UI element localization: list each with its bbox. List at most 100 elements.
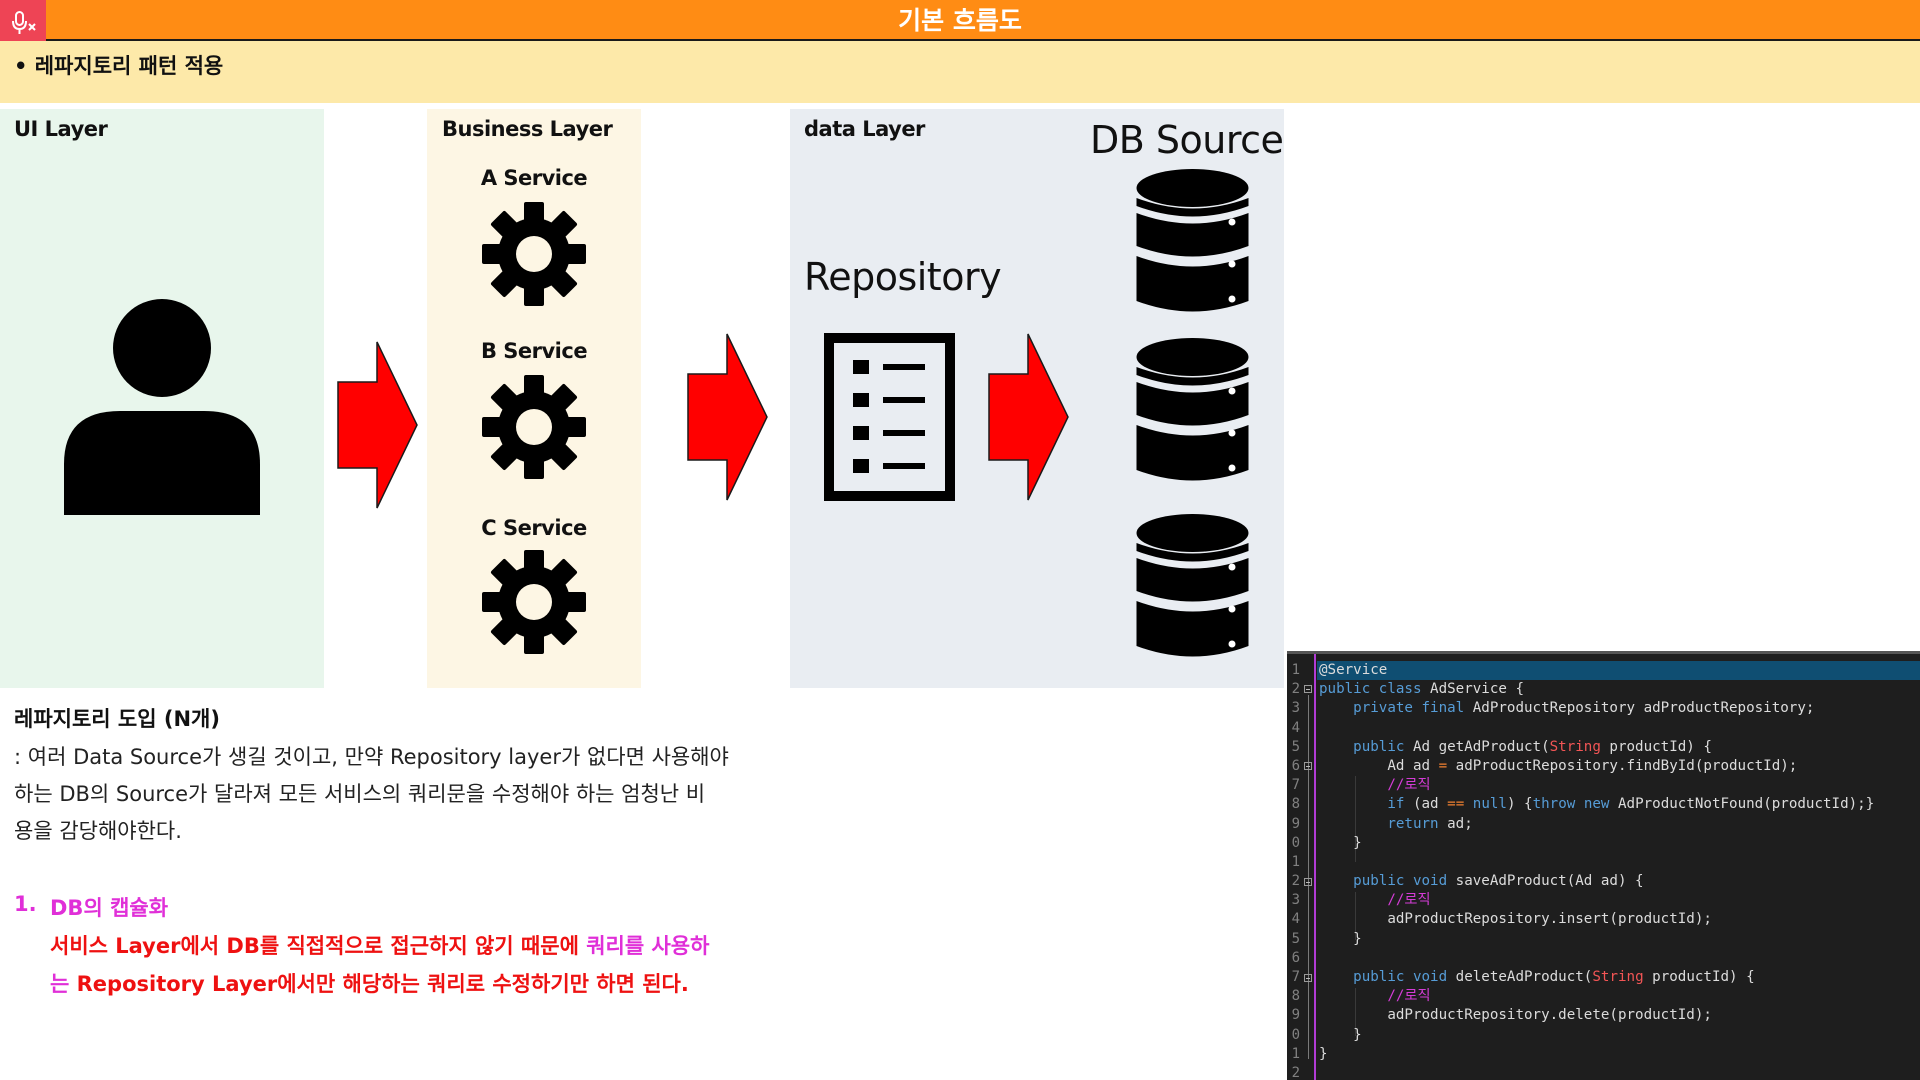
code-text-span: productId) { (1643, 969, 1755, 985)
line-number: 8 (1291, 988, 1300, 1005)
keyword: if (1387, 796, 1405, 813)
line-number: 1 (1291, 1045, 1300, 1062)
point-text-magenta: 는 (50, 972, 77, 996)
line-number: 4 (1291, 911, 1300, 928)
arrow-right-icon (337, 341, 418, 509)
code-line: } (1317, 834, 1920, 853)
ui-layer-panel: UI Layer (0, 109, 324, 688)
line-number: 0 (1291, 1026, 1300, 1043)
keyword: return (1387, 815, 1439, 832)
line-number: 2 (1291, 873, 1300, 890)
gear-icon (482, 202, 586, 306)
fold-toggle[interactable] (1304, 974, 1312, 982)
keyword: public class (1319, 681, 1422, 698)
code-line: private final AdProductRepository adProd… (1317, 699, 1920, 718)
code-text-span: adProductRepository.insert(productId); (1387, 911, 1712, 928)
code-text-span: ad; (1438, 815, 1473, 832)
keyword: null (1472, 796, 1507, 813)
line-number: 2 (1291, 1064, 1300, 1080)
comment: //로직 (1387, 988, 1431, 1005)
code-text-span: saveAdProduct(Ad ad) { (1447, 873, 1644, 890)
type-name: String (1592, 969, 1644, 985)
arrow-right-icon (988, 333, 1069, 501)
list-document-icon (824, 333, 955, 501)
line-number: 7 (1291, 969, 1300, 985)
code-text-span: deleteAdProduct( (1447, 969, 1593, 985)
code-text-span: } (1353, 834, 1362, 851)
line-number: 8 (1291, 796, 1300, 813)
margin-divider (1314, 654, 1316, 1080)
business-layer-panel: Business Layer A Service B Service C Ser… (427, 109, 641, 688)
mic-off-button[interactable] (0, 0, 46, 46)
keyword: private final (1353, 700, 1465, 717)
code-text-span: Ad ad (1387, 757, 1439, 774)
user-icon (64, 299, 260, 515)
code-text-span: } (1353, 930, 1362, 947)
line-number: 1 (1291, 662, 1300, 678)
database-icon (1136, 514, 1249, 657)
point-line-1: 서비스 Layer에서 DB를 직접적으로 접근하지 않기 때문에 쿼리를 사용… (50, 930, 709, 960)
line-number: 4 (1291, 719, 1300, 736)
type-name: String (1549, 738, 1601, 755)
keyword: throw new (1532, 796, 1610, 813)
point-line-2: 는 Repository Layer에서만 해당하는 쿼리로 수정하기만 하면 … (50, 968, 689, 998)
code-text-span: Ad getAdProduct( (1404, 738, 1550, 755)
code-line: return ad; (1317, 815, 1920, 834)
line-number: 7 (1291, 777, 1300, 794)
description-line: 용을 감당해야한다. (14, 819, 182, 843)
code-editor[interactable]: 1 2 3 4 5 6 7 8 9 0 1 2 3 4 5 6 7 8 9 0 … (1287, 651, 1920, 1080)
line-number-gutter: 1 2 3 4 5 6 7 8 9 0 1 2 3 4 5 6 7 8 9 0 … (1287, 661, 1302, 1080)
code-text-span: AdProductRepository adProductRepository; (1464, 700, 1815, 717)
code-line: } (1317, 1045, 1920, 1064)
fold-toggle[interactable] (1304, 878, 1312, 886)
db-source-label: DB Source (1090, 118, 1284, 162)
code-text-span: ) { (1506, 796, 1533, 813)
comment: //로직 (1387, 892, 1431, 909)
code-line: //로직 (1317, 987, 1920, 1006)
point-text-red: 서비스 Layer에서 DB를 직접적으로 접근하지 않기 때문에 (50, 934, 587, 958)
code-line: if (ad == null) {throw new AdProductNotF… (1317, 795, 1920, 814)
keyword: public void (1353, 969, 1448, 985)
code-line: public class AdService { (1317, 680, 1920, 699)
keyword: public (1353, 738, 1405, 755)
fold-toggle[interactable] (1304, 762, 1312, 770)
gear-icon (482, 375, 586, 479)
code-text-span: AdService { (1421, 681, 1524, 698)
code-line: adProductRepository.insert(productId); (1317, 910, 1920, 929)
code-text-span: adProductRepository.delete(productId); (1387, 1007, 1712, 1024)
line-number: 1 (1291, 853, 1300, 870)
line-number: 6 (1291, 949, 1300, 966)
repository-label: Repository (804, 255, 1002, 299)
code-line: public Ad getAdProduct(String productId)… (1317, 738, 1920, 757)
fold-toggle[interactable] (1304, 685, 1312, 693)
database-icon (1136, 169, 1249, 312)
fold-line (1308, 695, 1309, 1059)
description-line: : 여러 Data Source가 생길 것이고, 만약 Repository … (14, 745, 729, 769)
point-number: 1. (14, 892, 37, 916)
line-number: 9 (1291, 815, 1300, 832)
line-number: 3 (1291, 700, 1300, 717)
line-number: 9 (1291, 1007, 1300, 1024)
subtitle-bar (0, 41, 1920, 103)
code-text-span: productId) { (1600, 738, 1712, 755)
mic-off-icon (12, 11, 36, 34)
code-text-span: adProductRepository.findById(productId); (1447, 757, 1798, 774)
operator: = (1438, 757, 1448, 774)
service-a-label: A Service (480, 166, 588, 190)
page-title: 기본 흐름도 (898, 6, 1022, 35)
business-layer-label: Business Layer (442, 117, 613, 141)
code-line: adProductRepository.delete(productId); (1317, 1006, 1920, 1025)
service-b-label: B Service (480, 339, 588, 363)
description-title: 레파지토리 도입 (N개) (14, 707, 220, 731)
code-line: public void saveAdProduct(Ad ad) { (1317, 872, 1920, 891)
code-text-span: (ad (1404, 796, 1448, 813)
operator: == (1447, 796, 1465, 813)
line-number: 5 (1291, 738, 1300, 755)
line-number: 6 (1291, 757, 1300, 774)
code-text[interactable]: @Service public class AdService { privat… (1317, 661, 1920, 1080)
keyword: public void (1353, 873, 1448, 890)
